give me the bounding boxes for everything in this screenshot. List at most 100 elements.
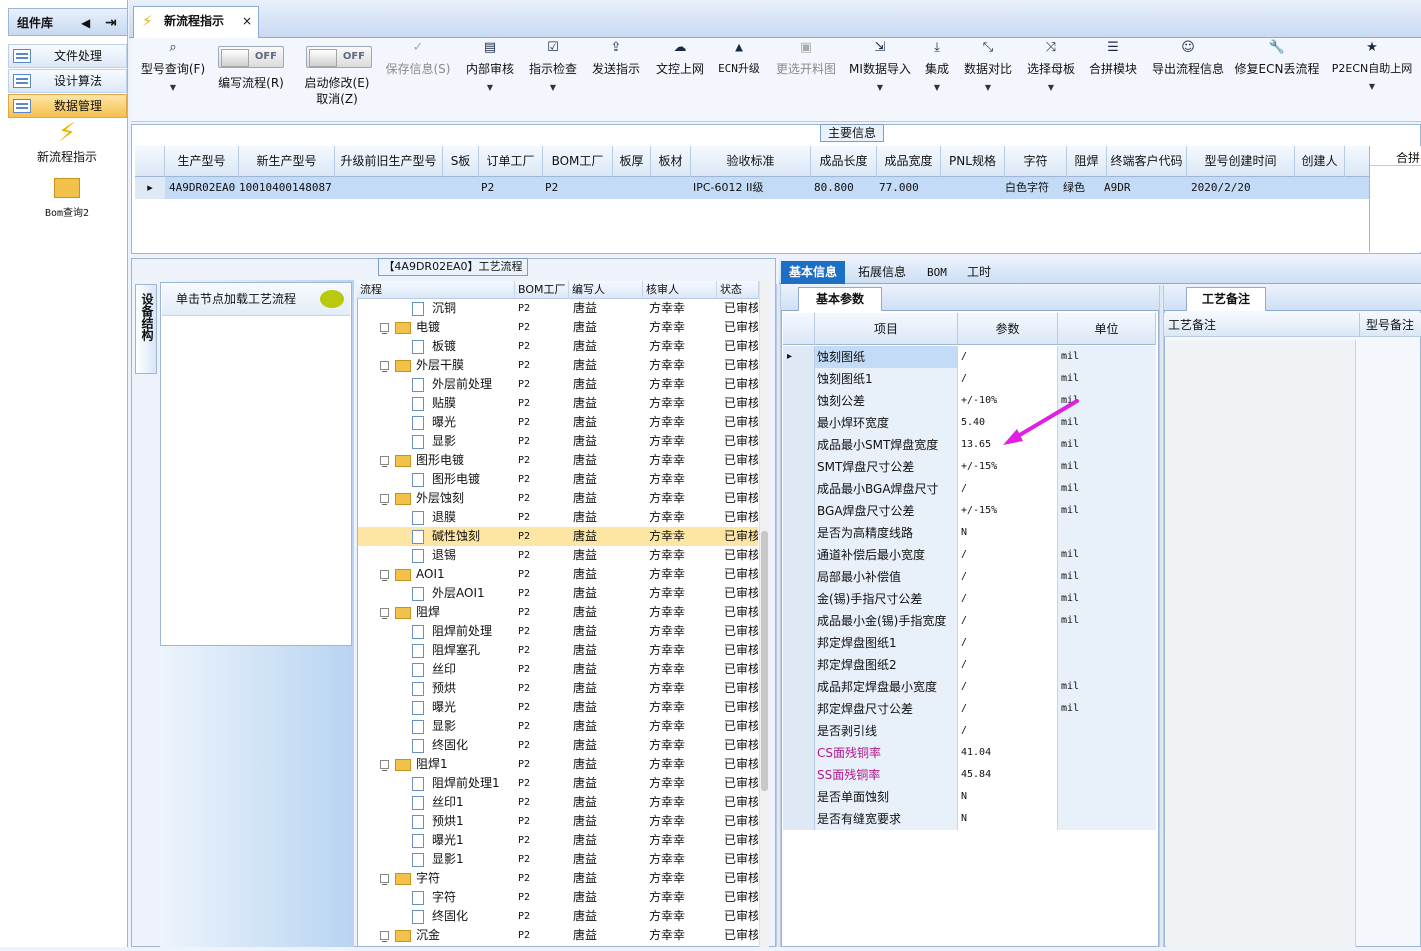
merge-module-button[interactable]: ☰ 合拼模块	[1085, 38, 1141, 108]
column-header[interactable]: 项目	[815, 313, 958, 345]
tree-row[interactable]: − 外层蚀刻 P2 唐益 方幸幸 已审核	[358, 489, 758, 509]
column-header[interactable]: 型号创建时间	[1187, 146, 1295, 177]
row-header[interactable]	[783, 742, 815, 764]
tree-row[interactable]: 显影1 P2 唐益 方幸幸 已审核	[358, 850, 758, 869]
internal-review-button[interactable]: ▤ 内部审核 ▼	[461, 38, 519, 108]
repair-ecn-flow-button[interactable]: 🔧 修复ECN丢流程	[1234, 38, 1320, 108]
select-motherboard-button[interactable]: ⤨ 选择母板 ▼	[1022, 38, 1080, 108]
param-row[interactable]: 是否单面蚀刻 N	[783, 786, 1156, 808]
cell[interactable]: 77.000	[879, 177, 919, 199]
tree-row[interactable]: 沉铜 P2 唐益 方幸幸 已审核	[358, 299, 758, 318]
tree-row[interactable]: 退锡 P2 唐益 方幸幸 已审核	[358, 546, 758, 565]
row-pointer-icon[interactable]: ▸	[783, 346, 815, 368]
param-row[interactable]: ▸ 蚀刻图纸 / mil	[783, 346, 1156, 368]
nav-data-management[interactable]: 数据管理	[8, 94, 127, 118]
collapse-icon[interactable]: −	[380, 323, 389, 338]
column-header[interactable]: 阻焊	[1067, 146, 1107, 177]
tree-row[interactable]: 字符 P2 唐益 方幸幸 已审核	[358, 888, 758, 907]
table-row[interactable]: ▸ 4A9DR02EA0 10010400148087 P2 P2 IPC-60…	[135, 177, 1369, 199]
param-row[interactable]: BGA焊盘尺寸公差 +/-15% mil	[783, 500, 1156, 522]
tree-row[interactable]: 曝光 P2 唐益 方幸幸 已审核	[358, 698, 758, 717]
column-header[interactable]: BOM工厂	[543, 146, 613, 177]
column-header[interactable]: 板厚	[613, 146, 651, 177]
row-header[interactable]	[783, 566, 815, 588]
cell[interactable]: 绿色	[1063, 177, 1085, 199]
param-row[interactable]: 金(锡)手指尺寸公差 / mil	[783, 588, 1156, 610]
data-compare-button[interactable]: ⤡ 数据对比 ▼	[960, 38, 1016, 108]
column-header[interactable]: 生产型号	[165, 146, 239, 177]
tree-row[interactable]: − AOI1 P2 唐益 方幸幸 已审核	[358, 565, 758, 585]
row-header[interactable]	[783, 610, 815, 632]
chevron-left-icon[interactable]: ◀	[81, 9, 90, 37]
param-value[interactable]: /	[958, 346, 1058, 368]
tree-row[interactable]: − 电镀 P2 唐益 方幸幸 已审核	[358, 318, 758, 338]
row-header[interactable]	[783, 522, 815, 544]
collapse-icon[interactable]: −	[380, 608, 389, 623]
column-header[interactable]: 状态	[717, 281, 759, 299]
row-header[interactable]	[783, 764, 815, 786]
tree-row[interactable]: 外层AOI1 P2 唐益 方幸幸 已审核	[358, 584, 758, 603]
tree-row[interactable]: 阻焊塞孔 P2 唐益 方幸幸 已审核	[358, 641, 758, 660]
tree-row[interactable]: 曝光1 P2 唐益 方幸幸 已审核	[358, 831, 758, 850]
tree-row[interactable]: 终固化 P2 唐益 方幸幸 已审核	[358, 907, 758, 926]
cell[interactable]: 4A9DR02EA0	[169, 177, 235, 199]
send-instruction-button[interactable]: ⇪ 发送指示	[587, 38, 645, 108]
scrollbar-thumb[interactable]	[761, 531, 768, 791]
tree-row[interactable]: 阻焊前处理 P2 唐益 方幸幸 已审核	[358, 622, 758, 641]
tree-row[interactable]: 丝印1 P2 唐益 方幸幸 已审核	[358, 793, 758, 812]
tab-labor-hours[interactable]: 工时	[959, 261, 999, 284]
tree-row[interactable]: 贴膜 P2 唐益 方幸幸 已审核	[358, 394, 758, 413]
row-header[interactable]	[783, 368, 815, 390]
tree-row[interactable]: 碱性蚀刻 P2 唐益 方幸幸 已审核	[358, 527, 758, 546]
tab-basic-info[interactable]: 基本信息	[781, 261, 846, 284]
param-value[interactable]: 41.04	[958, 742, 1058, 764]
cell[interactable]: P2	[481, 177, 494, 199]
select-cutting-chart-button[interactable]: ▣ 更选开料图	[771, 38, 841, 108]
row-header[interactable]	[783, 808, 815, 830]
param-row[interactable]: 是否剥引线 /	[783, 720, 1156, 742]
param-row[interactable]: 成品最小SMT焊盘宽度 13.65 mil	[783, 434, 1156, 456]
tab-new-flow[interactable]: ⚡ 新流程指示 ×	[133, 6, 259, 38]
row-header[interactable]	[783, 544, 815, 566]
start-modify-toggle[interactable]: OFF	[306, 46, 372, 68]
column-header[interactable]: 板材	[651, 146, 691, 177]
row-header[interactable]	[783, 588, 815, 610]
column-header[interactable]: 创建人	[1295, 146, 1345, 177]
row-header[interactable]	[783, 786, 815, 808]
column-header[interactable]: 流程	[357, 281, 515, 299]
splitter[interactable]	[776, 284, 781, 947]
save-info-button[interactable]: ✓ 保存信息(S)	[381, 38, 455, 108]
column-header[interactable]: 成品长度	[811, 146, 877, 177]
collapse-icon[interactable]: −	[380, 931, 389, 946]
tree-row[interactable]: 丝印 P2 唐益 方幸幸 已审核	[358, 660, 758, 679]
column-header[interactable]: PNL规格	[941, 146, 1005, 177]
collapse-icon[interactable]: −	[380, 760, 389, 775]
ecn-upgrade-button[interactable]: ▲ ECN升级	[713, 38, 765, 108]
column-header[interactable]: 终端客户代码	[1107, 146, 1187, 177]
param-value[interactable]: /	[958, 698, 1058, 720]
row-header[interactable]	[783, 654, 815, 676]
column-header[interactable]: 核审人	[643, 281, 717, 299]
param-row[interactable]: 是否为高精度线路 N	[783, 522, 1156, 544]
param-value[interactable]: /	[958, 720, 1058, 742]
collapse-icon[interactable]: −	[380, 361, 389, 376]
tab-bom[interactable]: BOM	[919, 261, 955, 284]
column-header[interactable]: 字符	[1005, 146, 1067, 177]
row-header[interactable]	[783, 434, 815, 456]
close-icon[interactable]: ×	[242, 7, 252, 35]
param-value[interactable]: N	[958, 808, 1058, 830]
instruction-check-button[interactable]: ☑ 指示检查 ▼	[524, 38, 582, 108]
column-header[interactable]: 成品宽度	[877, 146, 941, 177]
param-value[interactable]: /	[958, 588, 1058, 610]
column-header[interactable]: 工艺备注	[1164, 313, 1360, 337]
model-query-button[interactable]: ⌕ 型号查询(F) ▼	[137, 38, 209, 108]
collapse-icon[interactable]: −	[380, 570, 389, 585]
param-row[interactable]: 局部最小补偿值 / mil	[783, 566, 1156, 588]
param-row[interactable]: 成品邦定焊盘最小宽度 / mil	[783, 676, 1156, 698]
nav-file-processing[interactable]: 文件处理	[8, 44, 127, 68]
column-header[interactable]: 单位	[1058, 313, 1156, 345]
tab-basic-params[interactable]: 基本参数	[798, 287, 882, 311]
param-value[interactable]: /	[958, 368, 1058, 390]
tree-row[interactable]: − 阻焊 P2 唐益 方幸幸 已审核	[358, 603, 758, 623]
param-value[interactable]: /	[958, 676, 1058, 698]
